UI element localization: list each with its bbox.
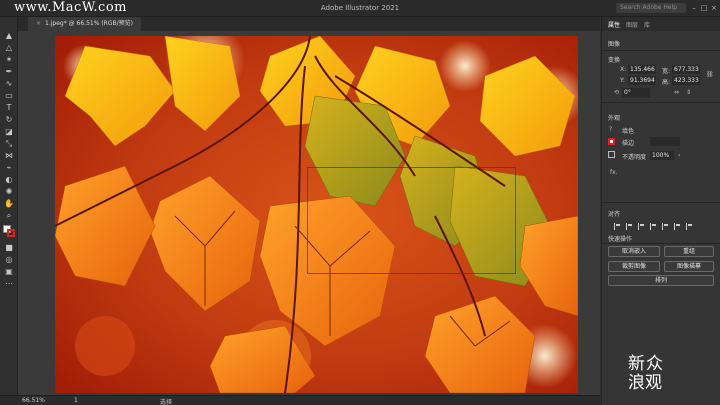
magic-wand-icon[interactable]: ✶ — [4, 55, 14, 64]
hand-tool-icon[interactable]: ✋ — [4, 199, 14, 208]
type-tool-icon[interactable]: T — [4, 103, 14, 112]
tab-properties[interactable]: 属性 — [608, 20, 620, 29]
panel-tab-bar: 属性 图层 库 — [602, 17, 720, 31]
color-mode-icon[interactable]: ■ — [4, 243, 14, 252]
distribute-icon[interactable] — [686, 223, 692, 230]
close-tab-icon[interactable]: × — [36, 20, 41, 27]
rotate-angle-field[interactable]: 0° — [622, 88, 650, 97]
more-tools-icon[interactable]: ⋯ — [4, 279, 14, 288]
status-bar: 66.51% 1 选择 — [0, 395, 600, 405]
stroke-color-swatch[interactable] — [608, 138, 615, 145]
link-proportions-icon[interactable]: ⛓ — [706, 71, 714, 78]
artboard-image[interactable] — [55, 36, 578, 393]
selection-type-label: 图像 — [608, 41, 621, 48]
canvas-area[interactable] — [18, 31, 600, 395]
help-search-input[interactable]: Search Adobe Help — [616, 3, 686, 13]
align-top-icon[interactable] — [650, 223, 656, 230]
minimize-icon[interactable]: – — [690, 3, 698, 13]
fill-label[interactable]: 填色 — [622, 126, 634, 135]
height-field[interactable]: 423.333 — [672, 76, 700, 85]
stroke-label[interactable]: 描边 — [622, 138, 634, 147]
align-section-title: 对齐 — [608, 211, 621, 218]
document-tab[interactable]: × 1.jpeg* @ 66.51% (RGB/预览) — [28, 17, 141, 31]
width-label: 宽: — [662, 68, 671, 75]
crop-image-button[interactable]: 裁剪图像 — [608, 261, 660, 272]
opacity-icon — [608, 151, 615, 158]
window-title: Adobe Illustrator 2021 — [320, 4, 400, 12]
zoom-tool-icon[interactable]: ⌕ — [4, 211, 14, 220]
tab-libraries[interactable]: 库 — [644, 20, 650, 29]
divider — [602, 202, 720, 203]
document-tab-bar: × 1.jpeg* @ 66.51% (RGB/预览) — [18, 17, 600, 31]
curvature-tool-icon[interactable]: ∿ — [4, 79, 14, 88]
selection-bounding-box[interactable] — [307, 167, 516, 274]
fill-help-icon: ? — [609, 126, 613, 133]
rotate-tool-icon[interactable]: ↻ — [4, 115, 14, 124]
transform-section-title: 变换 — [608, 57, 621, 64]
zoom-level-field[interactable]: 66.51% — [22, 397, 45, 404]
align-center-icon[interactable] — [626, 223, 632, 230]
eyedropper-tool-icon[interactable]: ⌁ — [4, 163, 14, 172]
regroup-button[interactable]: 重组 — [664, 246, 714, 257]
stroke-swatch[interactable] — [7, 229, 15, 237]
status-tool-label: 选择 — [160, 399, 173, 405]
pen-tool-icon[interactable]: ✒ — [4, 67, 14, 76]
draw-mode-icon[interactable]: ◎ — [4, 255, 14, 264]
close-window-icon[interactable]: × — [710, 3, 718, 13]
unembed-button[interactable]: 取消嵌入 — [608, 246, 660, 257]
x-label: X: — [620, 66, 627, 73]
image-trace-button[interactable]: 图像描摹 — [664, 261, 714, 272]
tab-layers[interactable]: 图层 — [626, 20, 638, 29]
direct-selection-tool-icon[interactable]: △ — [4, 43, 14, 52]
fx-button[interactable]: fx. — [610, 169, 618, 176]
scale-tool-icon[interactable]: ⤡ — [4, 139, 14, 148]
width-tool-icon[interactable]: ⋈ — [4, 151, 14, 160]
title-bar: www.MacW.com Adobe Illustrator 2021 Sear… — [0, 0, 720, 17]
appearance-section-title: 外观 — [608, 115, 621, 122]
align-right-icon[interactable] — [638, 223, 644, 230]
chevron-right-icon[interactable]: › — [678, 152, 680, 159]
symbol-sprayer-icon[interactable]: ✺ — [4, 187, 14, 196]
quick-actions-section-title: 快速操作 — [608, 236, 633, 243]
document-tab-label: 1.jpeg* @ 66.51% (RGB/预览) — [45, 20, 133, 27]
logo-text-line2: 浪观 — [628, 373, 662, 393]
width-field[interactable]: 677.333 — [672, 65, 700, 74]
align-left-icon[interactable] — [614, 223, 620, 230]
eraser-tool-icon[interactable]: ◪ — [4, 127, 14, 136]
rectangle-tool-icon[interactable]: ▭ — [4, 91, 14, 100]
x-position-field[interactable]: 135.466 — [628, 65, 656, 74]
artboard-navigator[interactable]: 1 — [74, 397, 78, 404]
y-label: Y: — [620, 77, 625, 84]
tools-panel: ▲ △ ✶ ✒ ∿ ▭ T ↻ ◪ ⤡ ⋈ ⌁ ◐ ✺ ✋ ⌕ ■ ◎ ▣ ⋯ — [0, 17, 18, 395]
align-bottom-icon[interactable] — [674, 223, 680, 230]
opacity-label[interactable]: 不透明度 — [622, 152, 646, 161]
selection-tool-icon[interactable]: ▲ — [4, 31, 14, 40]
opacity-field[interactable]: 100% — [650, 151, 674, 160]
arrange-button[interactable]: 排列 — [608, 275, 714, 286]
divider — [602, 50, 720, 51]
height-label: 高: — [662, 79, 671, 86]
logo-text-line1: 新众 — [628, 354, 664, 374]
stroke-weight-field[interactable] — [650, 137, 680, 146]
align-middle-icon[interactable] — [662, 223, 668, 230]
blend-tool-icon[interactable]: ◐ — [4, 175, 14, 184]
properties-panel: 属性 图层 库 图像 变换 X: 135.466 Y: 91.3694 宽: 6… — [601, 17, 720, 405]
maximize-icon[interactable]: □ — [700, 3, 708, 13]
divider — [602, 243, 720, 244]
flip-vertical-icon[interactable]: ⇕ — [686, 89, 691, 96]
divider — [602, 102, 720, 103]
y-position-field[interactable]: 91.3694 — [628, 76, 656, 85]
screen-mode-icon[interactable]: ▣ — [4, 267, 14, 276]
flip-horizontal-icon[interactable]: ⇔ — [674, 89, 679, 96]
rotate-icon: ⟲ — [614, 89, 620, 96]
